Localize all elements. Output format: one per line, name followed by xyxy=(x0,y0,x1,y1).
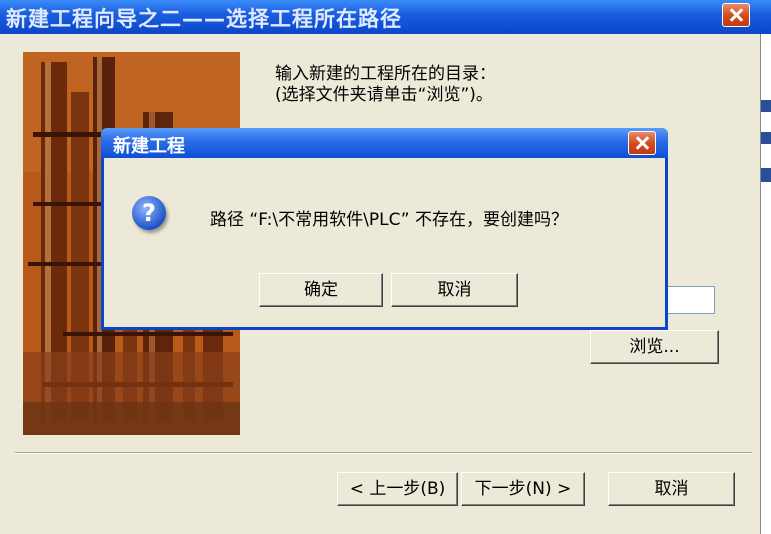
question-icon: ? xyxy=(132,196,166,230)
dialog-title: 新建工程 xyxy=(113,136,185,157)
wizard-title-bar: 新建工程向导之二——选择工程所在路径 xyxy=(0,0,771,34)
ok-button[interactable]: 确定 xyxy=(259,273,383,307)
dialog-message: 路径 “F:\不常用软件\PLC” 不存在，要创建吗？ xyxy=(210,210,568,230)
path-input[interactable] xyxy=(660,286,715,314)
dialog-body: ? 路径 “F:\不常用软件\PLC” 不存在，要创建吗？ 确定 取消 xyxy=(104,158,665,327)
background-strip-bar xyxy=(761,168,771,182)
wizard-cancel-button[interactable]: 取消 xyxy=(608,472,735,506)
dialog-title-bar: 新建工程 xyxy=(101,128,668,158)
dialog-cancel-button[interactable]: 取消 xyxy=(391,273,518,307)
browse-button[interactable]: 浏览... xyxy=(590,330,719,364)
background-strip-bar xyxy=(761,100,771,112)
confirm-dialog: 新建工程 ? 路径 “F:\不常用软件\PLC” 不存在，要创建吗？ 确定 取消 xyxy=(101,128,668,330)
instruction-text: 输入新建的工程所在的目录： (选择文件夹请单击“浏览”)。 xyxy=(275,64,496,106)
wizard-close-icon[interactable] xyxy=(722,3,750,27)
next-button[interactable]: 下一步(N) > xyxy=(461,472,585,506)
background-strip-bar xyxy=(761,132,771,144)
instruction-line-1: 输入新建的工程所在的目录： xyxy=(275,64,496,84)
wizard-title: 新建工程向导之二——选择工程所在路径 xyxy=(6,7,402,31)
separator xyxy=(15,452,752,454)
back-button[interactable]: < 上一步(B) xyxy=(337,472,458,506)
dialog-close-icon[interactable] xyxy=(628,131,656,155)
instruction-line-2: (选择文件夹请单击“浏览”)。 xyxy=(275,85,493,105)
